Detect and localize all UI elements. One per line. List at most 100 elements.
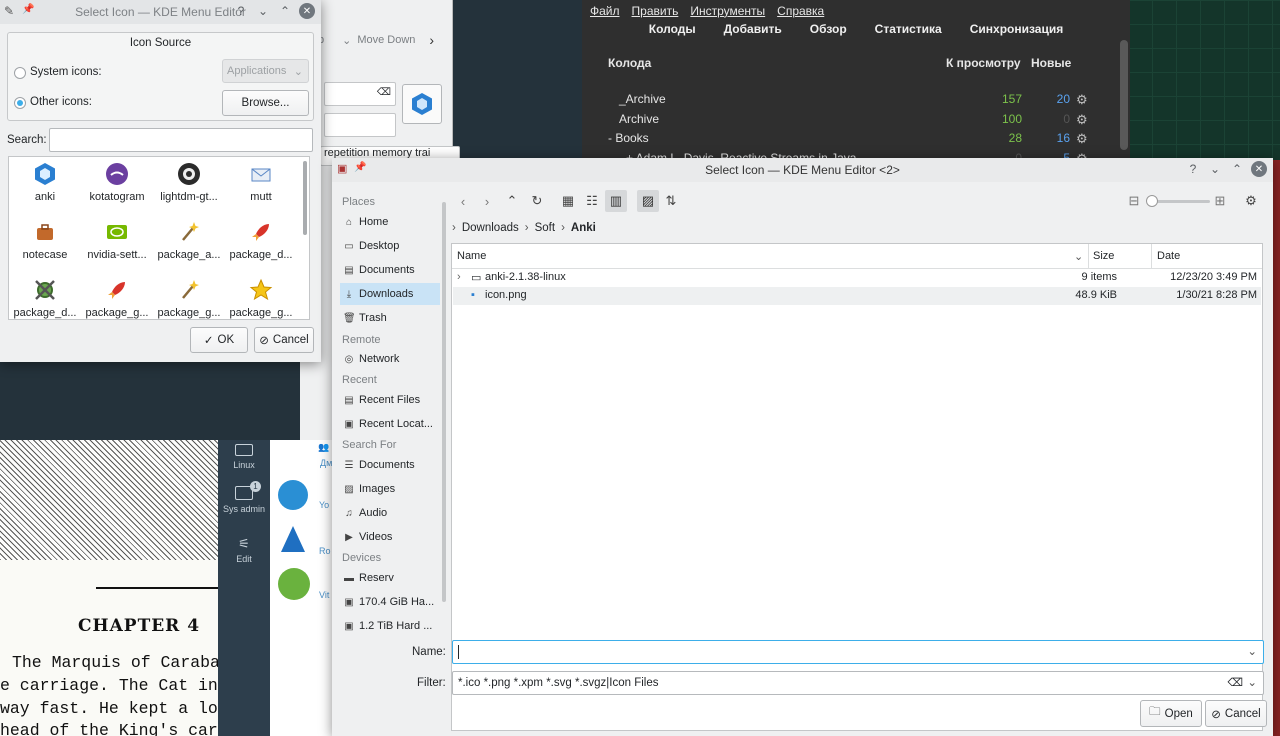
ok-button[interactable]: ✓ OK — [190, 327, 248, 353]
icon-item[interactable]: package_d... — [225, 219, 297, 261]
menu-file[interactable]: Файл — [590, 4, 620, 18]
place-recent-files[interactable]: ▤ Recent Files — [340, 389, 440, 411]
pin-icon[interactable]: 📌 — [354, 162, 366, 173]
scrollbar[interactable] — [303, 161, 307, 235]
place-downloads[interactable]: ⤓ Downloads — [340, 283, 440, 305]
menu-edit[interactable]: Править — [632, 4, 679, 18]
folder-sys-admin[interactable]: 1 Sys admin — [218, 481, 270, 514]
zoom-slider[interactable] — [1146, 195, 1210, 207]
options-icon[interactable]: ⚙ — [1240, 190, 1262, 212]
name-column-header[interactable]: Name — [457, 250, 486, 262]
cancel-button[interactable]: ⊘ Cancel — [1205, 700, 1267, 727]
file-row[interactable]: ▪ icon.png 48.9 KiB 1/30/21 8:28 PM — [453, 287, 1261, 305]
chat-item[interactable]: Yo — [278, 480, 332, 516]
close-icon[interactable]: ✕ — [299, 3, 315, 19]
places-scrollbar[interactable] — [442, 202, 446, 602]
icon-item[interactable]: package_g... — [225, 277, 297, 319]
clear-icon[interactable]: ⌫ — [1227, 676, 1243, 689]
deck-row[interactable]: Archive 100 0 ⚙ — [582, 112, 1088, 132]
device-hard-drive-2[interactable]: ▣ 1.2 TiB Hard ... — [340, 615, 440, 637]
folder-linux[interactable]: Linux — [218, 444, 270, 470]
place-recent-locations[interactable]: ▣ Recent Locat... — [340, 413, 440, 435]
deck-name[interactable]: - Books — [608, 131, 649, 145]
icon-item[interactable]: mutt — [225, 161, 297, 203]
icons-view-icon[interactable]: ▦ — [557, 190, 579, 212]
forward-icon[interactable]: › — [476, 190, 498, 212]
menu-tools[interactable]: Инструменты — [690, 4, 765, 18]
icon-item[interactable]: kotatogram — [81, 161, 153, 203]
title-bar[interactable]: ✎ 📌 Select Icon — KDE Menu Editor ? ⌄ ⌃ … — [0, 0, 321, 24]
search-images[interactable]: ▨ Images — [340, 478, 440, 500]
crumb-downloads[interactable]: Downloads — [462, 222, 519, 234]
device-reserv[interactable]: ▬ Reserv — [340, 567, 440, 589]
minimize-icon[interactable]: ⌄ — [255, 3, 271, 19]
compact-view-icon[interactable]: ☷ — [581, 190, 603, 212]
place-desktop[interactable]: ▭ Desktop — [340, 235, 440, 257]
crumb-anki[interactable]: Anki — [571, 222, 596, 234]
help-icon[interactable]: ? — [1185, 161, 1201, 177]
maximize-icon[interactable]: ⌃ — [1229, 161, 1245, 177]
chat-item[interactable]: 👥 Дм — [278, 442, 332, 472]
deck-name[interactable]: _Archive — [619, 92, 666, 106]
clear-icon[interactable]: ⌫ — [377, 87, 391, 98]
icon-item[interactable]: nvidia-sett... — [81, 219, 153, 261]
chevron-right-icon[interactable]: › — [429, 32, 434, 48]
gear-icon[interactable]: ⚙ — [1076, 112, 1088, 128]
icon-context-select[interactable]: Applications ⌄ — [222, 59, 309, 83]
size-column-header[interactable]: Size — [1093, 250, 1114, 262]
sort-chevron-icon[interactable]: ⌄ — [1074, 250, 1083, 263]
zoom-in-icon[interactable]: ⊞ — [1209, 190, 1231, 212]
up-icon[interactable]: ⌃ — [501, 190, 523, 212]
file-row[interactable]: › ▭ anki-2.1.38-linux 9 items 12/23/20 3… — [453, 269, 1261, 287]
other-icons-radio[interactable] — [14, 97, 26, 109]
chevron-down-icon[interactable]: ⌄ — [1247, 675, 1257, 689]
place-network[interactable]: ◎ Network — [340, 348, 440, 370]
other-icons-label[interactable]: Other icons: — [30, 96, 92, 108]
reload-icon[interactable]: ↻ — [526, 190, 548, 212]
icon-item[interactable]: package_g... — [153, 277, 225, 319]
deck-row[interactable]: - Books 28 16 ⚙ — [582, 131, 1088, 151]
toolbar-add[interactable]: Добавить — [724, 22, 782, 44]
app-icon-button[interactable] — [402, 84, 442, 124]
browse-button[interactable]: Browse... — [222, 90, 309, 116]
gear-icon[interactable]: ⚙ — [1076, 92, 1088, 108]
search-audio[interactable]: ♫ Audio — [340, 502, 440, 524]
chat-item[interactable]: Vit — [278, 568, 332, 604]
icon-item[interactable]: package_g... — [81, 277, 153, 319]
minimize-icon[interactable]: ⌄ — [1207, 161, 1223, 177]
device-hard-drive-1[interactable]: ▣ 170.4 GiB Ha... — [340, 591, 440, 613]
sort-icon[interactable]: ⇅ — [660, 190, 682, 212]
filter-input[interactable]: *.ico *.png *.xpm *.svg *.svgz|Icon File… — [452, 671, 1264, 695]
place-trash[interactable]: 🗑 Trash — [340, 307, 440, 329]
deck-row[interactable]: _Archive 157 20 ⚙ — [582, 92, 1088, 112]
date-column-header[interactable]: Date — [1157, 250, 1180, 262]
scrollbar[interactable] — [1120, 40, 1128, 150]
toolbar-sync[interactable]: Синхронизация — [970, 22, 1064, 44]
folder-edit[interactable]: ⚟ Edit — [218, 536, 270, 564]
system-icons-label[interactable]: System icons: — [30, 66, 102, 78]
chevron-down-icon[interactable]: ⌄ — [1247, 644, 1257, 658]
search-videos[interactable]: ▶ Videos — [340, 526, 440, 548]
back-icon[interactable]: ‹ — [452, 190, 474, 212]
toolbar-decks[interactable]: Колоды — [649, 22, 696, 44]
icon-item[interactable]: notecase — [9, 219, 81, 261]
menu-help[interactable]: Справка — [777, 4, 824, 18]
search-documents[interactable]: ☰ Documents — [340, 454, 440, 476]
place-home[interactable]: ⌂ Home — [340, 211, 440, 233]
expand-icon[interactable]: › — [457, 271, 461, 283]
description-field[interactable] — [324, 113, 396, 137]
move-down-button[interactable]: Move Down — [357, 34, 415, 46]
open-button[interactable]: 🗀 Open — [1140, 700, 1202, 727]
file-name-input[interactable]: ⌄ — [452, 640, 1264, 664]
toolbar-browse[interactable]: Обзор — [810, 22, 847, 44]
name-field[interactable]: ⌫ — [324, 82, 396, 106]
zoom-slider-handle[interactable] — [1146, 195, 1158, 207]
icon-item[interactable]: lightdm-gt... — [153, 161, 225, 203]
icon-item[interactable]: package_d... — [9, 277, 81, 319]
cancel-button[interactable]: ⊘ Cancel — [254, 327, 314, 353]
title-bar[interactable]: ▣ 📌 Select Icon — KDE Menu Editor <2> ? … — [332, 158, 1273, 182]
deck-name[interactable]: Archive — [619, 112, 659, 126]
maximize-icon[interactable]: ⌃ — [277, 3, 293, 19]
zoom-out-icon[interactable]: ⊟ — [1123, 190, 1145, 212]
icon-item[interactable]: anki — [9, 161, 81, 203]
